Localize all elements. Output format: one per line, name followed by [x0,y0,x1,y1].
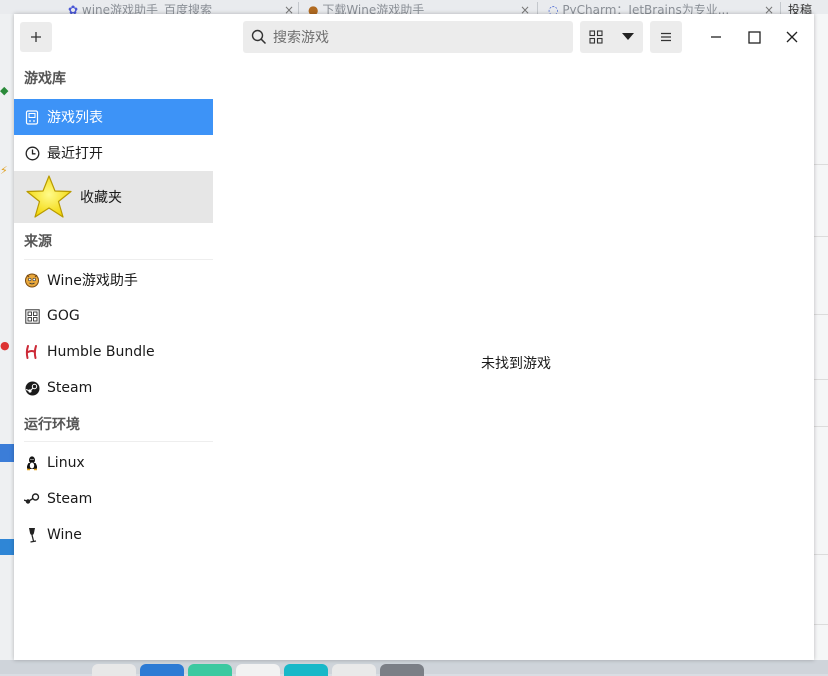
app-window: 游戏库 游戏列表 最近打开 [14,14,814,660]
taskbar-app[interactable] [92,664,136,676]
sidebar-item-linux[interactable]: Linux [14,445,213,481]
search-box[interactable] [243,21,573,55]
sidebar-item-label: Steam [47,380,93,396]
view-dropdown-button[interactable] [613,21,643,53]
sidebar-item-label: Wine [47,527,82,543]
gamepad-icon [24,109,40,125]
taskbar [0,660,828,676]
header-bar [14,14,814,60]
section-divider [24,441,213,442]
sidebar-item-label: Humble Bundle [47,344,155,360]
section-title-library: 游戏库 [24,71,66,87]
tab-separator [537,2,538,14]
plus-icon [31,32,41,42]
sidebar-item-label: Steam [47,491,93,507]
grid-icon [589,30,603,44]
taskbar-app[interactable] [140,664,184,676]
background-app-strip: ◆ ⚡ ● [0,14,14,660]
tab-close-icon[interactable]: × [764,0,774,14]
sidebar-item-wine[interactable]: Wine [14,517,213,553]
tab-separator [780,2,781,14]
sidebar-item-game-list[interactable]: 游戏列表 [14,99,213,135]
wine-helper-icon [24,272,40,288]
linux-tux-icon [24,455,40,471]
empty-state-message: 未找到游戏 [481,356,551,372]
tab-close-icon[interactable]: × [520,0,530,14]
close-button[interactable] [780,25,804,49]
search-icon [251,29,267,45]
sidebar-item-steam-source[interactable]: Steam [14,370,213,406]
sidebar-item-label: Linux [47,455,85,471]
browser-tab-title: 投稿 [788,3,813,14]
browser-tab-title: 下载Wine游戏助手 [322,3,425,14]
browser-tab[interactable]: ● 下载Wine游戏助手 × [308,0,534,14]
view-mode-switcher [580,21,643,53]
section-divider [24,259,213,260]
browser-tab-title: PyCharm：JetBrains为专业... [562,3,730,14]
taskbar-app[interactable] [236,664,280,676]
sidebar-item-humble-bundle[interactable]: Humble Bundle [14,334,213,370]
search-input[interactable] [271,21,565,55]
sidebar-item-label: 最近打开 [47,146,103,162]
star-icon [24,172,74,222]
steam-runner-icon [24,491,40,507]
sidebar-item-steam-runner[interactable]: Steam [14,481,213,517]
sidebar-item-wine-helper[interactable]: Wine游戏助手 [14,262,213,298]
sidebar-item-favorites[interactable]: 收藏夹 [14,171,213,223]
browser-tab[interactable]: 投稿 [788,0,828,14]
browser-tab[interactable]: ✿ wine游戏助手_百度搜索 × [68,0,298,14]
browser-tab-title: wine游戏助手_百度搜索 [81,3,213,14]
section-title-sources: 来源 [24,234,52,250]
minimize-icon [711,36,721,38]
taskbar-app-active[interactable] [380,664,424,676]
section-title-runners: 运行环境 [24,417,80,433]
sidebar-item-label: GOG [47,308,80,324]
tab-separator [298,2,299,14]
wine-glass-icon [24,527,40,543]
minimize-button[interactable] [704,25,728,49]
hamburger-icon [661,32,671,42]
close-icon [786,31,798,43]
browser-tab[interactable]: ◌ PyCharm：JetBrains为专业... × [548,0,778,14]
taskbar-app[interactable] [284,664,328,676]
add-game-button[interactable] [20,22,52,52]
maximize-icon [747,30,761,44]
background-page-strip [814,14,828,660]
sidebar-item-label: Wine游戏助手 [47,273,138,289]
sidebar: 游戏库 游戏列表 最近打开 收藏夹 来源 Wine游戏助手 GOG Humble… [14,60,213,660]
caret-down-icon [622,33,634,40]
maximize-button[interactable] [742,25,766,49]
background-browser-tabs: ✿ wine游戏助手_百度搜索 × ● 下载Wine游戏助手 × ◌ PyCha… [0,0,828,14]
taskbar-app[interactable] [188,664,232,676]
clock-icon [24,145,40,161]
steam-icon [24,380,40,396]
grid-view-button[interactable] [580,21,612,53]
taskbar-app[interactable] [332,664,376,676]
tab-close-icon[interactable]: × [284,0,294,14]
main-menu-button[interactable] [650,21,682,53]
gog-icon [24,308,40,324]
humble-bundle-icon [24,344,40,360]
sidebar-item-recent[interactable]: 最近打开 [14,135,213,171]
sidebar-item-label: 游戏列表 [47,110,103,126]
sidebar-item-gog[interactable]: GOG [14,298,213,334]
sidebar-item-label: 收藏夹 [80,190,122,206]
